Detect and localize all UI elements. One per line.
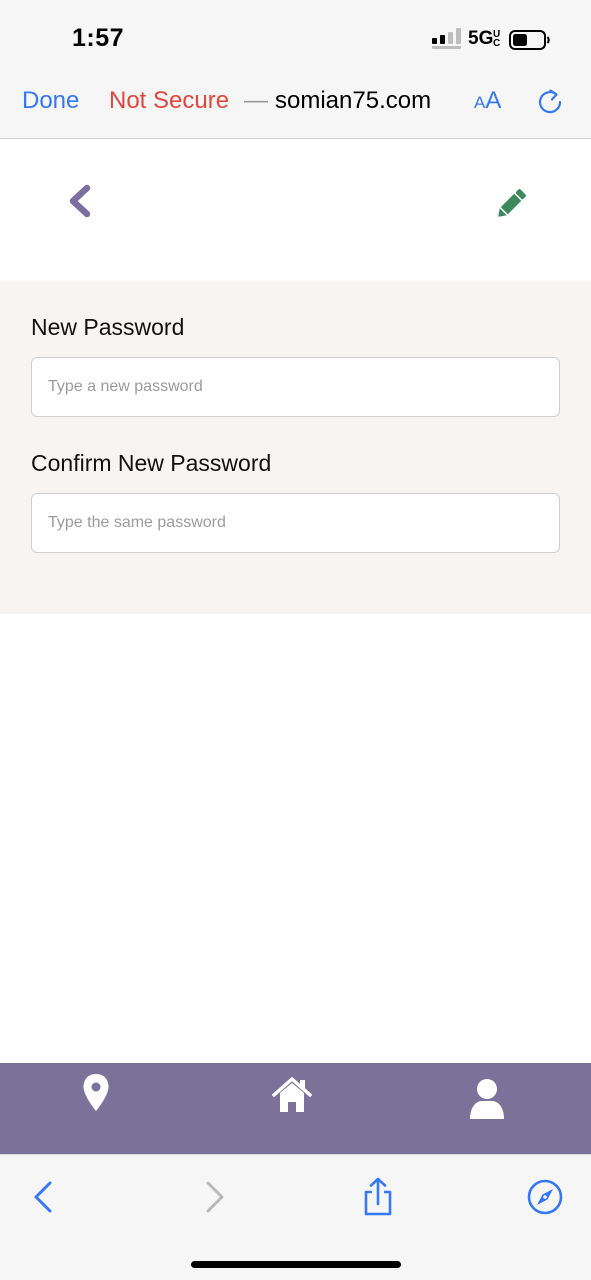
nav-location[interactable]: [71, 1071, 121, 1121]
browser-forward-icon[interactable]: [194, 1177, 234, 1217]
signal-strength-icon: [432, 28, 461, 49]
network-type: 5G: [468, 28, 494, 49]
new-password-label: New Password: [31, 314, 185, 340]
new-password-input[interactable]: [31, 357, 560, 417]
text-size-button[interactable]: AA: [474, 87, 501, 115]
browser-back-icon[interactable]: [24, 1177, 64, 1217]
reload-icon[interactable]: [536, 88, 564, 116]
nav-profile[interactable]: [462, 1071, 512, 1121]
browser-toolbar: [0, 1154, 591, 1280]
url-text[interactable]: somian75.com: [275, 87, 431, 115]
battery-icon: [509, 30, 550, 50]
url-separator: —: [244, 87, 268, 114]
map-pin-icon: [83, 1074, 109, 1111]
browser-address-bar: Done Not Secure — somian75.com AA: [0, 74, 591, 139]
user-icon: [470, 1079, 504, 1119]
share-icon[interactable]: [358, 1177, 398, 1217]
confirm-password-label: Confirm New Password: [31, 450, 272, 476]
confirm-password-input[interactable]: [31, 493, 560, 553]
home-indicator[interactable]: [191, 1261, 401, 1268]
app-bottom-nav: [0, 1063, 591, 1154]
text-size-small-glyph: A: [474, 93, 486, 112]
network-uc-badge: UC: [493, 29, 501, 49]
page-header: [0, 139, 591, 281]
status-bar: 1:57 5G UC: [0, 0, 591, 74]
text-size-large-glyph: A: [485, 87, 502, 114]
home-icon: [272, 1077, 312, 1112]
back-icon[interactable]: [64, 183, 94, 219]
nav-home[interactable]: [267, 1071, 317, 1121]
status-time: 1:57: [72, 24, 125, 52]
not-secure-warning: Not Secure: [109, 87, 230, 114]
done-button[interactable]: Done: [22, 87, 79, 115]
pencil-icon[interactable]: [492, 185, 530, 223]
compass-icon[interactable]: [525, 1177, 565, 1217]
change-password-form: New Password Confirm New Password: [0, 281, 591, 614]
